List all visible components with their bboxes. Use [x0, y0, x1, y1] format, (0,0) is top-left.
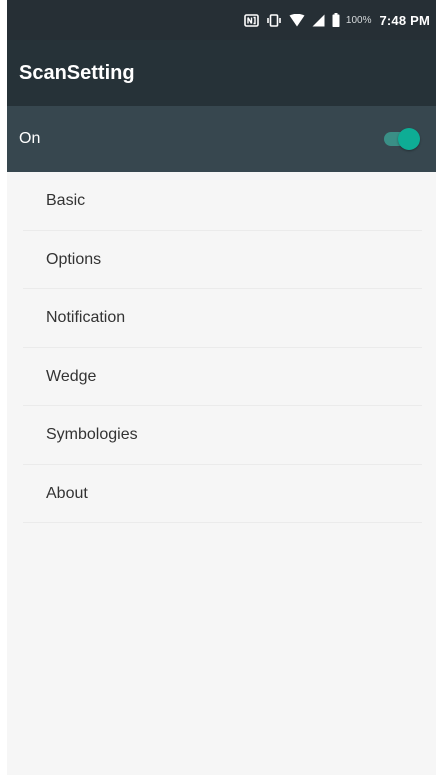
menu-item-notification[interactable]: Notification	[7, 289, 436, 348]
menu-item-symbologies[interactable]: Symbologies	[7, 406, 436, 465]
master-switch-label: On	[19, 130, 41, 147]
settings-menu: Basic Options Notification Wedge Symbolo…	[7, 172, 436, 523]
vibrate-icon	[266, 13, 282, 27]
status-bar: 100% 7:48 PM	[7, 0, 436, 40]
battery-percentage: 100%	[345, 14, 372, 26]
menu-item-label: Symbologies	[46, 426, 138, 444]
scan-setting-screen: 100% 7:48 PM ScanSetting On Basic Option…	[7, 0, 436, 775]
menu-item-options[interactable]: Options	[7, 231, 436, 290]
wifi-icon	[289, 13, 305, 27]
menu-item-label: About	[46, 484, 88, 502]
menu-item-label: Basic	[46, 192, 86, 210]
menu-item-label: Wedge	[46, 367, 97, 385]
nfc-icon	[244, 13, 259, 27]
page-title: ScanSetting	[19, 61, 135, 84]
master-switch-bar[interactable]: On	[7, 106, 436, 172]
menu-item-about[interactable]: About	[7, 465, 436, 524]
cell-signal-icon	[312, 14, 325, 27]
master-toggle-switch[interactable]	[382, 127, 420, 151]
status-clock: 7:48 PM	[379, 12, 430, 28]
menu-item-label: Notification	[46, 309, 126, 327]
menu-item-wedge[interactable]: Wedge	[7, 348, 436, 407]
menu-item-basic[interactable]: Basic	[7, 172, 436, 231]
app-toolbar: ScanSetting	[7, 40, 436, 106]
toggle-thumb	[398, 128, 420, 150]
battery-icon	[332, 13, 340, 27]
menu-item-label: Options	[46, 250, 102, 268]
